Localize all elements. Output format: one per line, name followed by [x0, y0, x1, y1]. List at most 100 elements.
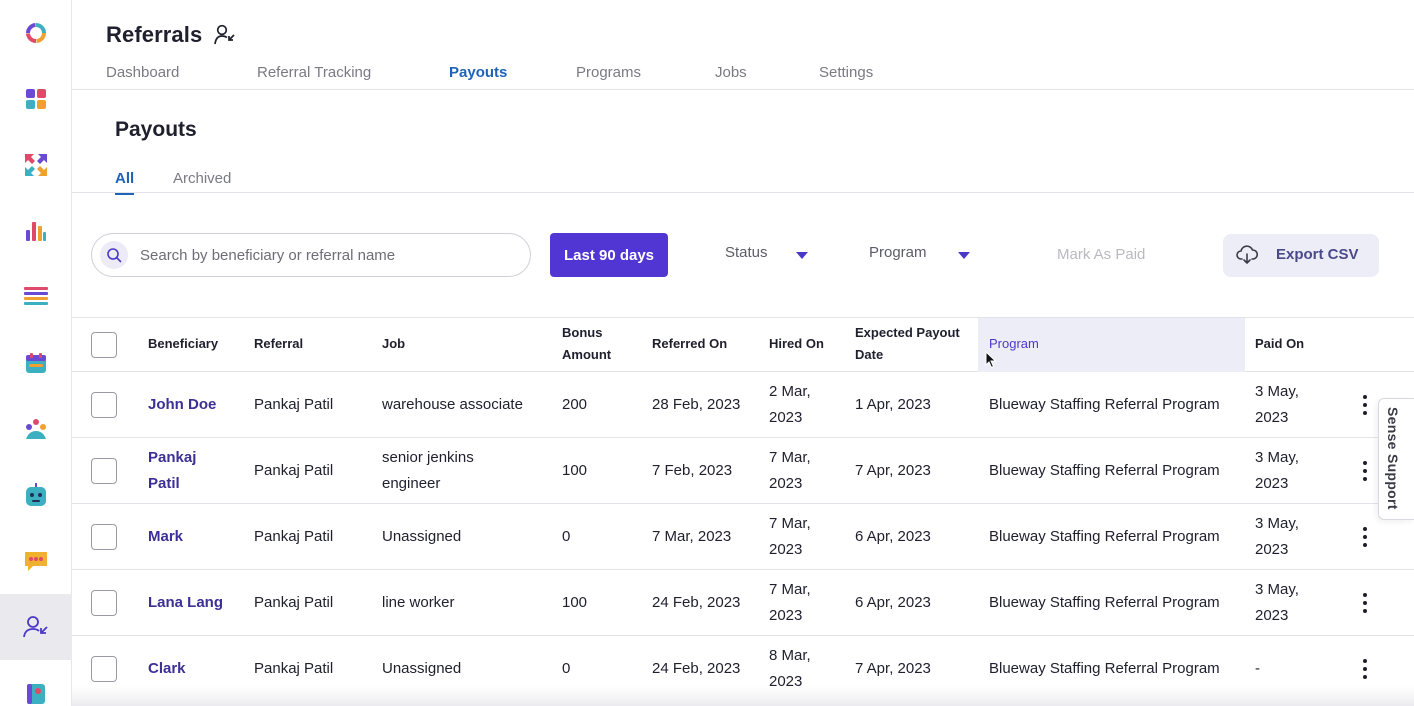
hired-on-line1: 7 Mar,: [769, 581, 811, 598]
tab-dashboard[interactable]: Dashboard: [106, 64, 179, 81]
apps-grid-icon: [26, 89, 46, 109]
user-referral-icon: [214, 24, 235, 45]
cloud-download-icon: [1236, 245, 1259, 269]
sidebar-item-referrals[interactable]: [0, 594, 72, 660]
col-bonus-line1: Bonus: [562, 325, 603, 340]
sidebar-item-sync[interactable]: [0, 132, 72, 198]
hired-on-cell: 7 Mar, 2023: [769, 445, 811, 497]
beneficiary-link[interactable]: Mark: [148, 524, 183, 550]
hired-on-line2: 2023: [769, 475, 803, 492]
col-beneficiary[interactable]: Beneficiary: [148, 333, 218, 355]
program-dropdown[interactable]: Program: [869, 244, 971, 261]
status-dropdown-label: Status: [725, 244, 768, 261]
table-header: Beneficiary Referral Job Bonus Amount Re…: [72, 317, 1414, 372]
hired-on-line1: 7 Mar,: [769, 515, 811, 532]
calendar-icon: [26, 353, 46, 373]
sidebar-item-contacts[interactable]: [0, 660, 72, 706]
table-row[interactable]: Pankaj Patil Pankaj Patil senior jenkins…: [72, 438, 1414, 504]
sidebar-item-bot[interactable]: [0, 462, 72, 528]
bonus-cell: 0: [562, 660, 571, 677]
beneficiary-link[interactable]: Clark: [148, 656, 186, 682]
row-checkbox[interactable]: [91, 392, 117, 418]
paid-on-line1: 3 May,: [1255, 515, 1299, 532]
subtab-all[interactable]: All: [115, 170, 135, 195]
tab-payouts[interactable]: Payouts: [449, 64, 507, 81]
mark-as-paid-button[interactable]: Mark As Paid: [1057, 246, 1145, 263]
row-checkbox[interactable]: [91, 656, 117, 682]
date-range-button[interactable]: Last 90 days: [550, 233, 668, 277]
table-row[interactable]: Lana Lang Pankaj Patil line worker 100 2…: [72, 570, 1414, 636]
row-more-options-icon[interactable]: [1355, 459, 1375, 483]
tab-programs[interactable]: Programs: [576, 64, 641, 81]
chat-bubble-icon: [25, 552, 47, 571]
job-cell: Unassigned: [382, 660, 462, 677]
referred-on-cell: 28 Feb, 2023: [652, 396, 741, 413]
row-checkbox[interactable]: [91, 590, 117, 616]
row-more-options-icon[interactable]: [1355, 393, 1375, 417]
hired-on-cell: 2 Mar, 2023: [769, 379, 811, 431]
col-expected-payout-date[interactable]: Expected Payout Date: [855, 322, 960, 366]
paid-on-line2: 2023: [1255, 475, 1289, 492]
sidebar-item-messages[interactable]: [0, 528, 72, 594]
paid-on-line2: 2023: [1255, 409, 1289, 426]
beneficiary-link[interactable]: John Doe: [148, 392, 216, 418]
referral-cell: Pankaj Patil: [254, 660, 334, 677]
job-cell: warehouse associate: [382, 396, 523, 413]
program-cell: Blueway Staffing Referral Program: [989, 594, 1220, 611]
sense-support-tab[interactable]: Sense Support: [1378, 398, 1414, 520]
col-bonus-amount[interactable]: Bonus Amount: [562, 322, 611, 366]
expected-date-cell: 7 Apr, 2023: [855, 462, 931, 479]
hired-on-line2: 2023: [769, 541, 803, 558]
robot-icon: [26, 483, 46, 506]
hired-on-cell: 7 Mar, 2023: [769, 511, 811, 563]
search-box[interactable]: [91, 233, 531, 277]
col-job[interactable]: Job: [382, 333, 405, 355]
expected-date-cell: 7 Apr, 2023: [855, 660, 931, 677]
hired-on-cell: 7 Mar, 2023: [769, 577, 811, 629]
paid-on-line2: 2023: [1255, 541, 1289, 558]
export-csv-label: Export CSV: [1276, 246, 1359, 263]
sidebar-item-analytics[interactable]: [0, 198, 72, 264]
subtab-archived[interactable]: Archived: [173, 170, 231, 187]
sidebar-item-groups[interactable]: [0, 396, 72, 462]
col-hired-on[interactable]: Hired On: [769, 333, 824, 355]
table-row[interactable]: Mark Pankaj Patil Unassigned 0 7 Mar, 20…: [72, 504, 1414, 570]
tab-referral-tracking[interactable]: Referral Tracking: [257, 64, 371, 81]
col-referral[interactable]: Referral: [254, 333, 303, 355]
row-more-options-icon[interactable]: [1355, 591, 1375, 615]
row-more-options-icon[interactable]: [1355, 525, 1375, 549]
sidebar-item-apps[interactable]: [0, 66, 72, 132]
list-icon: [24, 287, 48, 305]
contact-book-icon: [27, 684, 45, 704]
tab-jobs[interactable]: Jobs: [715, 64, 747, 81]
col-paid-on[interactable]: Paid On: [1255, 333, 1304, 355]
row-checkbox[interactable]: [91, 458, 117, 484]
job-line2: engineer: [382, 475, 441, 492]
beneficiary-link[interactable]: Pankaj Patil: [148, 445, 196, 497]
select-all-checkbox[interactable]: [91, 332, 117, 358]
hired-on-line1: 7 Mar,: [769, 449, 811, 466]
paid-on-cell: 3 May, 2023: [1255, 577, 1299, 629]
sense-support-label: Sense Support: [1385, 407, 1401, 510]
title-user-icon: [214, 24, 236, 51]
row-more-options-icon[interactable]: [1355, 657, 1375, 681]
beneficiary-link[interactable]: Lana Lang: [148, 590, 223, 616]
referred-on-cell: 7 Mar, 2023: [652, 528, 732, 545]
sidebar-item-lists[interactable]: [0, 264, 72, 330]
bonus-cell: 100: [562, 594, 588, 611]
logo-icon: [26, 23, 46, 43]
bonus-cell: 200: [562, 396, 588, 413]
status-dropdown[interactable]: Status: [725, 244, 809, 261]
table-row[interactable]: John Doe Pankaj Patil warehouse associat…: [72, 372, 1414, 438]
referral-cell: Pankaj Patil: [254, 396, 334, 413]
referral-cell: Pankaj Patil: [254, 594, 334, 611]
bonus-cell: 100: [562, 462, 588, 479]
search-input[interactable]: [140, 244, 510, 266]
sidebar-item-calendar[interactable]: [0, 330, 72, 396]
tab-settings[interactable]: Settings: [819, 64, 873, 81]
sidebar-logo[interactable]: [0, 0, 72, 66]
col-referred-on[interactable]: Referred On: [652, 333, 727, 355]
sidebar: [0, 0, 72, 706]
row-checkbox[interactable]: [91, 524, 117, 550]
export-csv-button[interactable]: Export CSV: [1223, 234, 1379, 277]
